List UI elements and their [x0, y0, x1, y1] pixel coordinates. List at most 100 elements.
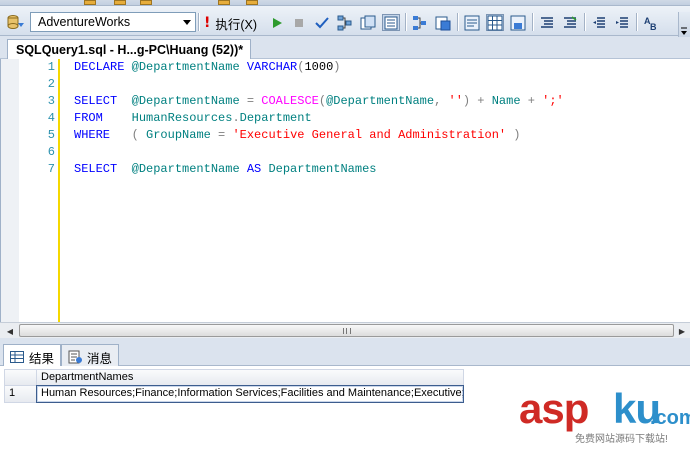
- code-token: ,: [434, 94, 449, 108]
- scroll-left-button[interactable]: ◀: [2, 323, 18, 339]
- tab-sqlquery1[interactable]: SQLQuery1.sql - H...g-PC\Huang (52))*: [7, 39, 252, 60]
- code-token: @DepartmentName: [124, 60, 247, 74]
- code-token: DepartmentNames: [261, 162, 377, 176]
- watermark-asp: asp: [519, 385, 589, 432]
- results-to-text-alt-button[interactable]: [463, 14, 481, 31]
- uncomment-icon: [564, 15, 577, 28]
- svg-text:B: B: [650, 22, 657, 31]
- results-to-text-button[interactable]: [382, 14, 400, 31]
- code-line[interactable]: [74, 144, 690, 161]
- code-token: AS: [246, 162, 262, 176]
- uncomment-lines-button[interactable]: [561, 14, 579, 31]
- code-line[interactable]: FROM HumanResources.Department: [74, 110, 690, 127]
- code-token: ) +: [462, 94, 492, 108]
- ssms-window: AdventureWorks ! 执行(X) A B SQLQuery1.sql…: [0, 0, 690, 451]
- code-token: +: [520, 94, 543, 108]
- document-icon: [384, 16, 398, 29]
- decrease-indent-button[interactable]: [590, 14, 608, 31]
- increase-indent-button[interactable]: [613, 14, 631, 31]
- line-number: 5: [47, 128, 55, 142]
- client-statistics-button[interactable]: [434, 14, 452, 31]
- grip-icon: [342, 328, 351, 334]
- editor-margin: [1, 59, 19, 322]
- query-editor[interactable]: 1234567 DECLARE @DepartmentName VARCHAR(…: [0, 59, 690, 322]
- execute-label: 执行(X): [215, 17, 258, 32]
- horizontal-scrollbar[interactable]: ◀ ▶: [0, 322, 690, 338]
- code-token: SELECT: [74, 162, 118, 176]
- specify-template-values-button[interactable]: AB: [642, 14, 660, 31]
- grid-row-number[interactable]: 1: [4, 385, 37, 403]
- comment-lines-button[interactable]: [538, 14, 556, 31]
- code-token: COALESCE: [261, 94, 319, 108]
- toolbar-icon-fragment: [140, 0, 152, 5]
- code-line[interactable]: WHERE ( GroupName = 'Executive General a…: [74, 127, 690, 144]
- toolbar-icon-fragment: [218, 0, 230, 5]
- line-number: 3: [47, 94, 55, 108]
- query-designer-icon: [360, 15, 376, 29]
- actual-plan-icon: [413, 15, 426, 30]
- toolbar-overflow-button[interactable]: [678, 12, 690, 38]
- database-dropdown-value: AdventureWorks: [38, 15, 131, 29]
- toolbar-separator: [584, 13, 585, 31]
- tab-messages[interactable]: 消息: [61, 344, 120, 366]
- tab-results[interactable]: 结果: [3, 344, 62, 366]
- column-header-label: DepartmentNames: [41, 371, 134, 383]
- code-token: 1000: [304, 60, 334, 74]
- cancel-query-button[interactable]: [290, 14, 308, 31]
- code-token: @DepartmentName: [326, 94, 435, 108]
- line-numbers: 1 2 3 4 5 6 7: [19, 59, 58, 178]
- toolbar-separator: [198, 13, 199, 31]
- sql-code[interactable]: DECLARE @DepartmentName VARCHAR(1000) SEL…: [74, 59, 690, 178]
- code-token: DECLARE: [74, 60, 125, 74]
- watermark-tld: .com: [650, 407, 690, 429]
- line-number: 1: [47, 60, 55, 74]
- query-plan-icon: [337, 15, 352, 30]
- scrollbar-thumb[interactable]: [19, 324, 674, 337]
- code-token: Name: [491, 94, 521, 108]
- code-token: =: [210, 128, 233, 142]
- code-token: ): [506, 128, 521, 142]
- code-line[interactable]: SELECT @DepartmentName = COALESCE(@Depar…: [74, 93, 690, 110]
- database-dropdown[interactable]: AdventureWorks: [30, 12, 196, 32]
- include-actual-plan-button[interactable]: [411, 14, 429, 31]
- tab-messages-label: 消息: [87, 351, 113, 366]
- code-token: (: [110, 128, 147, 142]
- code-token: GroupName: [146, 128, 211, 142]
- grid-column-header[interactable]: DepartmentNames: [36, 369, 464, 386]
- parse-button[interactable]: [313, 14, 331, 31]
- toolbar-separator: [532, 13, 533, 31]
- debug-button[interactable]: [268, 14, 286, 31]
- code-line[interactable]: DECLARE @DepartmentName VARCHAR(1000): [74, 59, 690, 76]
- sql-editor-toolbar: AdventureWorks ! 执行(X) A B: [0, 6, 690, 38]
- code-token: .: [232, 111, 240, 125]
- scroll-right-button[interactable]: ▶: [674, 323, 690, 339]
- code-token: FROM: [74, 111, 103, 125]
- toolbar-icon-fragment: [84, 0, 96, 5]
- execute-button[interactable]: ! 执行(X): [204, 14, 257, 32]
- document-tab-strip: SQLQuery1.sql - H...g-PC\Huang (52))*: [0, 37, 690, 60]
- code-token: WHERE: [74, 128, 111, 142]
- code-token: HumanResources: [102, 111, 233, 125]
- code-token: SELECT: [74, 94, 118, 108]
- grid-cell[interactable]: Human Resources;Finance;Information Serv…: [36, 385, 464, 403]
- code-line[interactable]: [74, 76, 690, 93]
- statistics-icon: [435, 16, 451, 30]
- tab-results-label: 结果: [29, 351, 55, 366]
- save-file-icon: [510, 15, 526, 30]
- change-tracking-bar: [58, 59, 60, 322]
- execute-icon: !: [204, 15, 211, 31]
- toolbar-separator: [636, 13, 637, 31]
- grid-corner: [4, 369, 37, 386]
- results-tab-strip: 结果 消息: [0, 340, 690, 366]
- toolbar-icon-fragment: [246, 0, 258, 5]
- code-token: ';': [542, 94, 564, 108]
- code-token: VARCHAR: [246, 60, 298, 74]
- results-to-grid-button[interactable]: [486, 14, 504, 31]
- results-to-file-button[interactable]: [509, 14, 527, 31]
- query-designer-button[interactable]: [359, 14, 377, 31]
- display-estimated-plan-button[interactable]: [336, 14, 354, 31]
- code-line[interactable]: SELECT @DepartmentName AS DepartmentName…: [74, 161, 690, 178]
- available-databases-icon[interactable]: [7, 14, 25, 30]
- toolbar-separator: [457, 13, 458, 31]
- results-text-icon: [464, 15, 480, 30]
